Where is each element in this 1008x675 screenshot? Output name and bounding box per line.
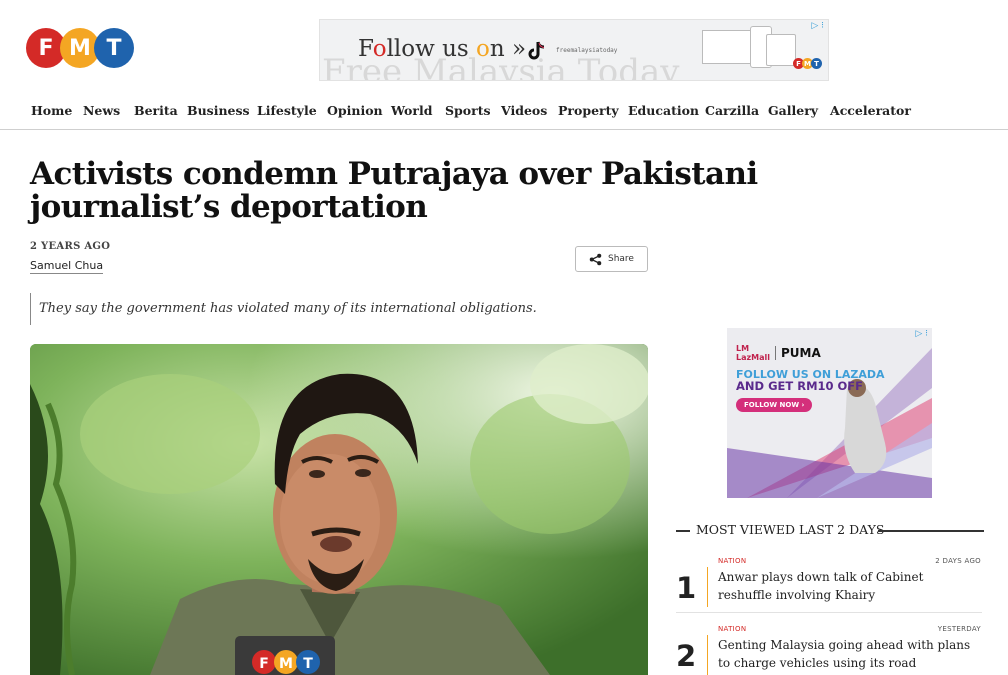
photo-watermark-t: T — [303, 656, 313, 672]
rank-divider — [707, 567, 708, 607]
nav-property[interactable]: Property — [558, 103, 619, 118]
nav-opinion[interactable]: Opinion — [327, 103, 383, 118]
item-headline-link[interactable]: Genting Malaysia going ahead with plans … — [718, 636, 980, 672]
item-headline-link[interactable]: Anwar plays down talk of Cabinet reshuff… — [718, 568, 980, 604]
top-banner-ad[interactable]: Free Malaysia Today Follow us on » freem… — [319, 19, 829, 81]
puma-logo: PUMA — [775, 346, 821, 360]
nav-berita[interactable]: Berita — [134, 103, 178, 118]
header-rule-left — [676, 530, 690, 532]
nav-sports[interactable]: Sports — [445, 103, 491, 118]
list-divider — [676, 612, 982, 613]
ad-choices-icon[interactable]: ▷ ⁝ — [915, 329, 928, 339]
share-button[interactable]: Share — [575, 246, 648, 272]
most-viewed-item[interactable]: 2 NATION YESTERDAY Genting Malaysia goin… — [676, 625, 986, 675]
ad-follow-text: Follow us on » — [358, 36, 527, 62]
ad-choices-icon[interactable]: ▷ ⁝ — [811, 21, 824, 31]
lazmall-logo: LM LazMall — [736, 344, 770, 362]
nav-videos[interactable]: Videos — [501, 103, 547, 118]
nav-lifestyle[interactable]: Lifestyle — [257, 103, 317, 118]
item-category[interactable]: NATION — [718, 625, 746, 633]
item-time: 2 DAYS AGO — [935, 557, 981, 565]
ad-mini-logo: F M T — [793, 58, 822, 69]
share-label: Share — [608, 254, 634, 264]
nav-accelerator[interactable]: Accelerator — [830, 103, 911, 118]
nav-world[interactable]: World — [391, 103, 432, 118]
author-link[interactable]: Samuel Chua — [30, 259, 104, 274]
article-standfirst: They say the government has violated man… — [30, 293, 650, 325]
ad-handle: freemalaysiatoday — [556, 47, 618, 54]
article-title: Activists condemn Putrajaya over Pakista… — [30, 156, 758, 225]
most-viewed-title: MOST VIEWED LAST 2 DAYS — [696, 522, 885, 537]
photo-watermark-m: M — [279, 656, 293, 672]
ad-headline-line2: AND GET RM10 OFF — [736, 379, 864, 393]
side-banner-ad[interactable]: LM LazMall PUMA FOLLOW US ON LAZADA AND G… — [727, 328, 932, 498]
rank-divider — [707, 635, 708, 675]
most-viewed-header: MOST VIEWED LAST 2 DAYS — [676, 521, 986, 539]
nav-home[interactable]: Home — [31, 103, 72, 118]
rank-number: 2 — [676, 639, 697, 673]
nav-news[interactable]: News — [83, 103, 120, 118]
follow-now-button[interactable]: FOLLOW NOW › — [736, 398, 813, 412]
rank-number: 1 — [676, 571, 697, 605]
devices-graphic — [702, 26, 802, 70]
article-hero-photo: F M T — [30, 344, 648, 675]
nav-business[interactable]: Business — [187, 103, 250, 118]
item-category[interactable]: NATION — [718, 557, 746, 565]
header-rule-right — [878, 530, 984, 532]
nav-gallery[interactable]: Gallery — [768, 103, 818, 118]
tiktok-icon — [527, 40, 547, 67]
nav-carzilla[interactable]: Carzilla — [705, 103, 759, 118]
logo-letter-t: T — [94, 28, 134, 68]
share-icon — [589, 253, 602, 265]
item-time: YESTERDAY — [937, 625, 981, 633]
article-timestamp: 2 YEARS AGO — [30, 241, 111, 252]
photo-watermark-f: F — [259, 656, 269, 672]
site-logo[interactable]: F M T — [26, 28, 134, 68]
main-nav: Home News Berita Business Lifestyle Opin… — [0, 100, 1008, 130]
most-viewed-item[interactable]: 1 NATION 2 DAYS AGO Anwar plays down tal… — [676, 557, 986, 615]
nav-education[interactable]: Education — [628, 103, 699, 118]
